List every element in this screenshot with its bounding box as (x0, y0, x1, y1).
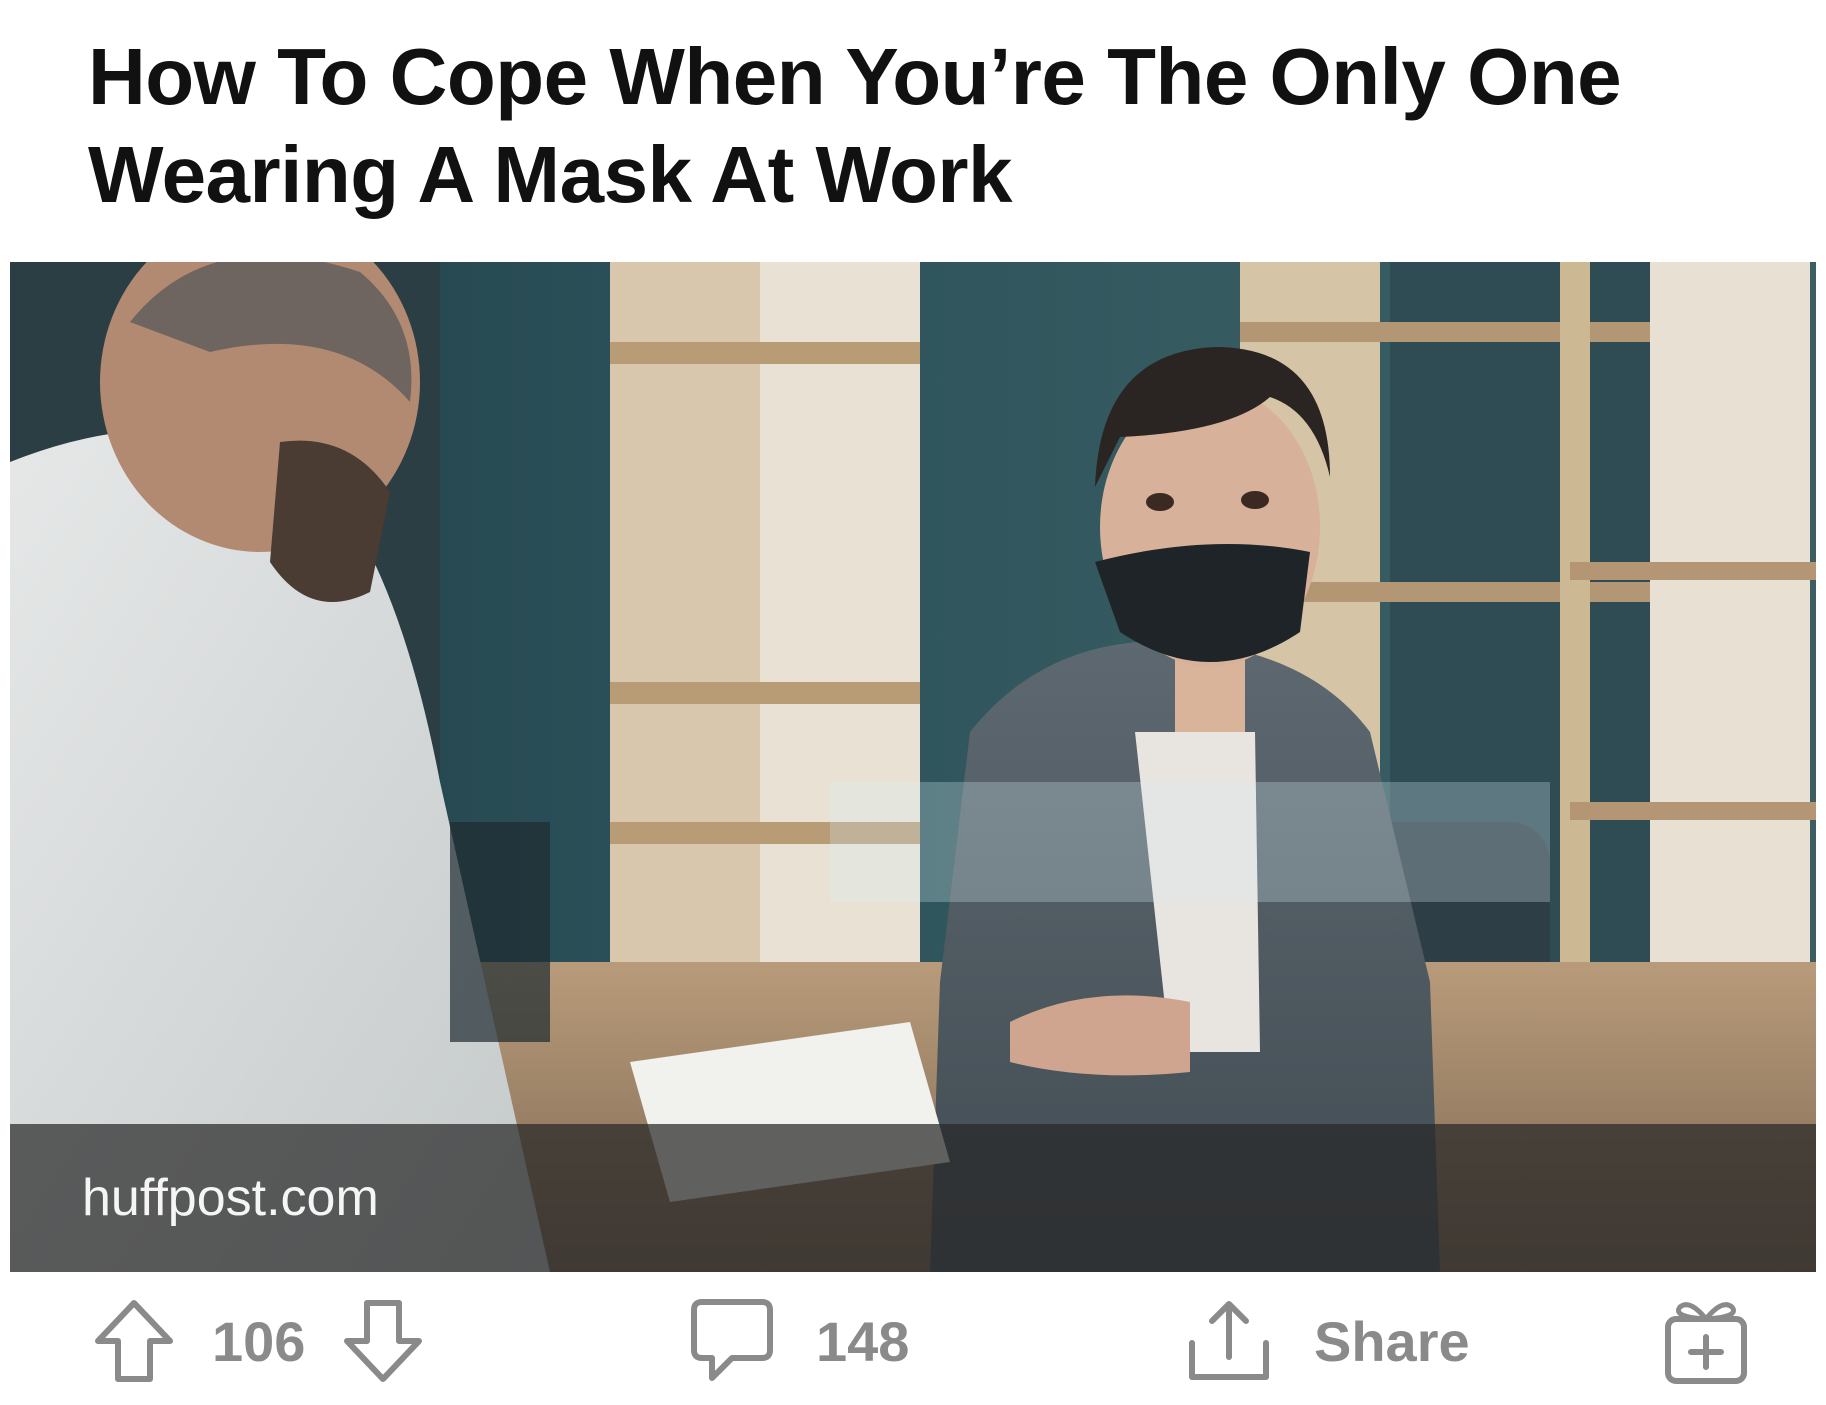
source-domain-bar: huffpost.com (10, 1124, 1816, 1272)
comment-count: 148 (816, 1309, 910, 1373)
vote-controls: 106 (92, 1296, 425, 1386)
gift-box-plus-icon (1660, 1295, 1752, 1387)
share-upload-icon (1184, 1297, 1274, 1385)
upvote-arrow-icon[interactable] (92, 1297, 176, 1385)
source-domain[interactable]: huffpost.com (82, 1168, 379, 1228)
link-preview-card[interactable]: huffpost.com (10, 262, 1816, 1272)
speech-bubble-icon (688, 1296, 776, 1386)
post-action-bar: 106 148 Share (0, 1272, 1826, 1405)
share-button[interactable]: Share (1184, 1296, 1470, 1386)
post-title[interactable]: How To Cope When You’re The Only One Wea… (88, 28, 1768, 224)
downvote-arrow-icon[interactable] (341, 1297, 425, 1385)
vote-count: 106 (212, 1309, 306, 1373)
share-label: Share (1314, 1309, 1470, 1373)
comments-button[interactable]: 148 (688, 1296, 909, 1386)
article-thumbnail (10, 262, 1816, 1272)
give-award-button[interactable] (1660, 1296, 1752, 1386)
